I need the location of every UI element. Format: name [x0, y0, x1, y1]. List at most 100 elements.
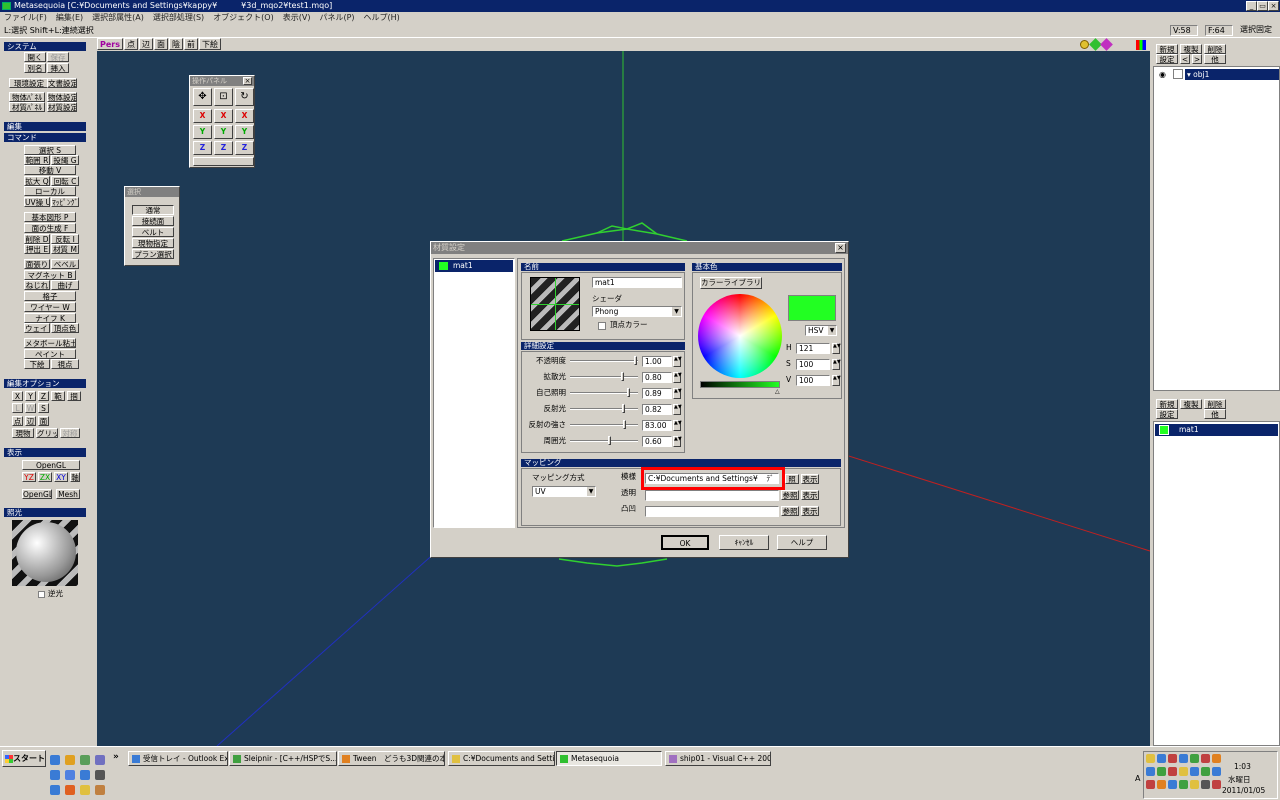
view-tab-1[interactable]: 点: [124, 38, 138, 50]
axis-z-button-2[interactable]: Z: [235, 141, 254, 155]
param-value-5[interactable]: 0.60: [642, 436, 672, 447]
param-slider-thumb-3[interactable]: [622, 404, 625, 413]
display-button-1[interactable]: YZ: [22, 472, 36, 482]
shader-select[interactable]: Phong ▼: [592, 306, 682, 317]
command-button-11[interactable]: 削除 D: [24, 234, 50, 244]
edit-option-button-4[interactable]: 掴: [67, 391, 81, 401]
transparency-show-button[interactable]: 表示: [801, 490, 819, 500]
command-button-4[interactable]: 拡大 Q: [24, 176, 50, 186]
command-button-15[interactable]: 面張り: [24, 259, 50, 269]
object-panel-button-0[interactable]: 新規: [1156, 44, 1178, 54]
quick-launch-icon-8[interactable]: [50, 785, 60, 795]
tray-icon-2[interactable]: [1168, 754, 1177, 763]
display-button-5[interactable]: OpenGL: [22, 489, 52, 499]
param-slider-3[interactable]: [570, 404, 638, 413]
rotate-view-icon[interactable]: [1100, 38, 1113, 51]
param-slider-0[interactable]: [570, 356, 638, 365]
view-tab-4[interactable]: 陰: [169, 38, 183, 50]
chevron-down-icon[interactable]: ▼: [672, 307, 681, 316]
color-library-button[interactable]: カラーライブラリ: [700, 277, 762, 289]
quick-launch-icon-9[interactable]: [65, 785, 75, 795]
taskbar-task-0[interactable]: 受信トレイ - Outlook Exp...: [128, 751, 228, 766]
system-button-3[interactable]: 挿入: [47, 63, 69, 73]
zoom-icon[interactable]: [1080, 40, 1089, 49]
axis-x-button-1[interactable]: X: [214, 109, 233, 123]
edit-option-button-3[interactable]: 範: [51, 391, 65, 401]
command-button-21[interactable]: ワイヤー W: [24, 302, 76, 312]
axis-x-button-0[interactable]: X: [193, 109, 212, 123]
start-button[interactable]: スタート: [2, 750, 46, 767]
tray-icon-3[interactable]: [1179, 754, 1188, 763]
command-button-27[interactable]: 下絵: [24, 359, 50, 369]
tray-icon-4[interactable]: [1190, 754, 1199, 763]
display-button-2[interactable]: ZX: [38, 472, 52, 482]
quick-launch-icon-4[interactable]: [50, 770, 60, 780]
tray-icon-8[interactable]: [1157, 767, 1166, 776]
material-panel-button-4[interactable]: 他: [1204, 409, 1226, 419]
object-panel-button-2[interactable]: 削除: [1204, 44, 1226, 54]
command-button-17[interactable]: マグネット B: [24, 270, 76, 280]
view-tab-5[interactable]: 前: [184, 38, 198, 50]
hsv-spinner-2[interactable]: ▲▼: [832, 375, 841, 386]
command-button-10[interactable]: 面の生成 F: [24, 223, 76, 233]
param-value-1[interactable]: 0.80: [642, 372, 672, 383]
tray-icon-5[interactable]: [1201, 754, 1210, 763]
param-slider-5[interactable]: [570, 436, 638, 445]
menu-item-4[interactable]: オブジェクト(O): [213, 12, 274, 24]
param-value-2[interactable]: 0.89: [642, 388, 672, 399]
close-button[interactable]: ×: [1268, 1, 1279, 11]
tray-icon-15[interactable]: [1157, 780, 1166, 789]
param-value-3[interactable]: 0.82: [642, 404, 672, 415]
quick-launch-icon-1[interactable]: [65, 755, 75, 765]
bump-path-input[interactable]: [645, 506, 779, 517]
taskbar-task-3[interactable]: C:¥Documents and Setti...: [448, 751, 555, 766]
color-mode-select[interactable]: HSV ▼: [805, 325, 837, 336]
command-button-26[interactable]: ペイント: [24, 349, 76, 359]
tray-icon-6[interactable]: [1212, 754, 1221, 763]
tray-icon-13[interactable]: [1212, 767, 1221, 776]
material-dialog-close[interactable]: ×: [835, 243, 846, 253]
hsv-color-wheel[interactable]: [698, 294, 782, 378]
material-panel-button-2[interactable]: 削除: [1204, 399, 1226, 409]
rotate-tool-button[interactable]: ↻: [235, 88, 254, 106]
vertex-color-checkbox[interactable]: [598, 322, 606, 330]
axis-y-button-1[interactable]: Y: [214, 125, 233, 139]
quick-launch-more-icon[interactable]: »: [113, 752, 119, 762]
command-button-7[interactable]: UV操 U: [24, 197, 50, 207]
tray-icon-14[interactable]: [1146, 780, 1155, 789]
edit-option-button-13[interactable]: 対称: [60, 428, 80, 438]
edit-option-button-8[interactable]: 点: [12, 416, 23, 426]
command-button-20[interactable]: 格子: [24, 291, 76, 301]
command-button-22[interactable]: ナイフ K: [24, 313, 76, 323]
command-button-16[interactable]: ベベル: [51, 259, 79, 269]
material-list-item[interactable]: mat1: [435, 260, 513, 272]
param-spinner-5[interactable]: ▲▼: [673, 436, 682, 447]
system-button-8[interactable]: 材質ﾊﾟﾈﾙ: [9, 102, 45, 112]
hsv-value-0[interactable]: 121: [796, 343, 830, 354]
param-slider-1[interactable]: [570, 372, 638, 381]
operation-panel-extra[interactable]: [193, 157, 254, 166]
edit-option-button-5[interactable]: L: [12, 403, 23, 413]
taskbar-task-1[interactable]: Sleipnir - [C++/HSPでS...: [229, 751, 337, 766]
command-button-19[interactable]: 曲げ: [51, 280, 79, 290]
axis-z-button-0[interactable]: Z: [193, 141, 212, 155]
material-row[interactable]: mat1: [1155, 424, 1278, 436]
scale-tool-button[interactable]: ⊡: [214, 88, 233, 106]
taskbar-task-4[interactable]: Metasequoia: [556, 751, 662, 766]
select-mode-0[interactable]: 通常: [132, 205, 174, 215]
minimize-button[interactable]: _: [1246, 1, 1257, 11]
color-palette-icon[interactable]: [1136, 40, 1146, 50]
restore-button[interactable]: ▭: [1257, 1, 1268, 11]
object-row[interactable]: ◉ ▾ obj1: [1155, 69, 1279, 80]
tray-icon-16[interactable]: [1168, 780, 1177, 789]
system-button-7[interactable]: 物体設定: [47, 92, 77, 102]
material-panel-button-0[interactable]: 新規: [1156, 399, 1178, 409]
material-panel-list[interactable]: mat1: [1153, 421, 1280, 746]
select-mode-2[interactable]: ベルト: [132, 227, 174, 237]
quick-launch-icon-5[interactable]: [65, 770, 75, 780]
command-button-5[interactable]: 回転 C: [51, 176, 79, 186]
tray-icon-9[interactable]: [1168, 767, 1177, 776]
system-button-0[interactable]: 開く: [24, 52, 46, 62]
menu-item-2[interactable]: 選択部属性(A): [92, 12, 144, 24]
edit-option-button-12[interactable]: グリッド: [36, 428, 58, 438]
